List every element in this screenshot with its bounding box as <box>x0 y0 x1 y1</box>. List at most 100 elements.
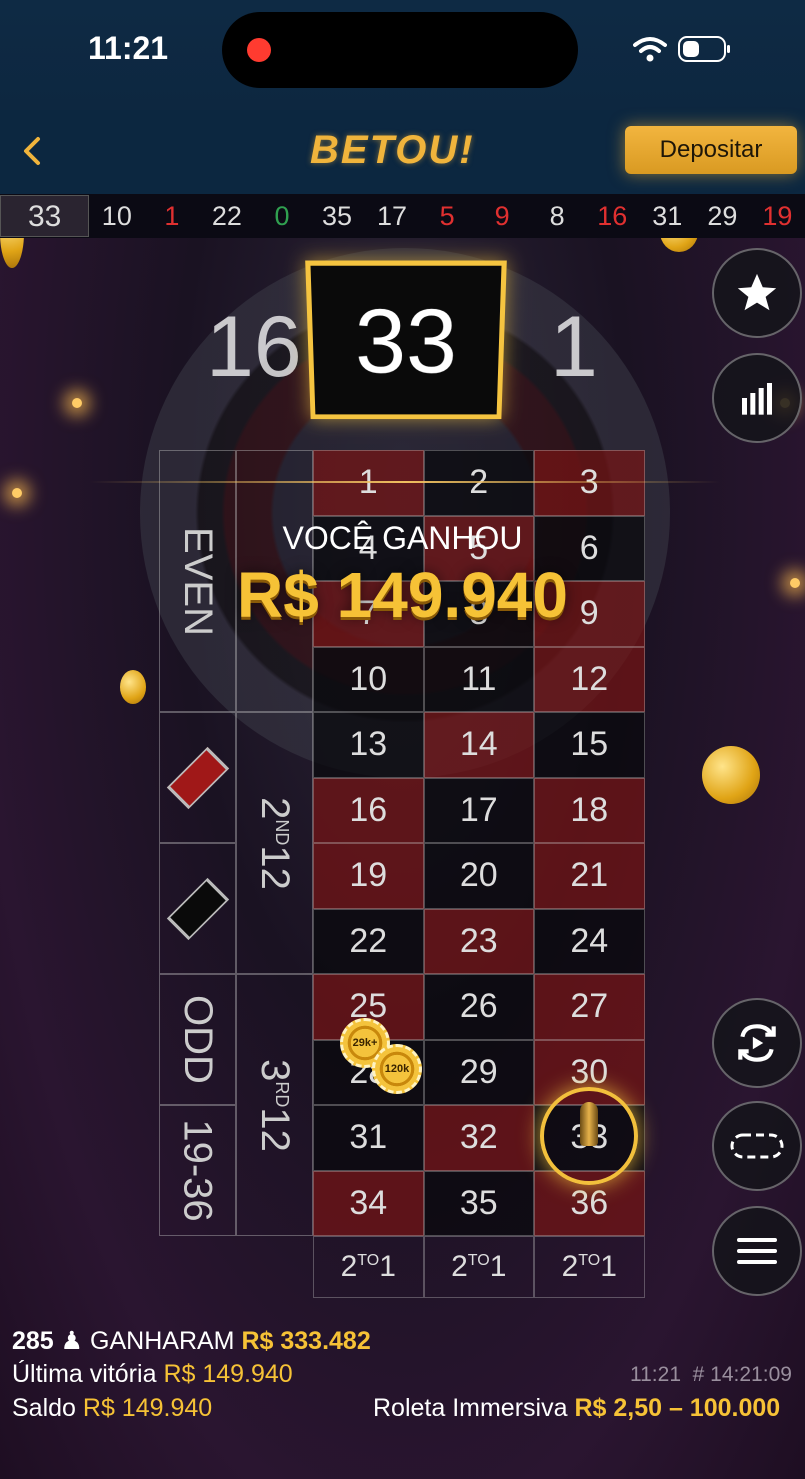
divider <box>90 481 720 483</box>
round-time-info: 11:21 # 14:21:09 <box>630 1363 792 1387</box>
number-cell[interactable]: 13 <box>313 712 424 778</box>
back-chevron-icon[interactable] <box>18 134 48 168</box>
history-result: 10 <box>89 201 144 232</box>
high-label: 19-36 <box>175 1119 220 1221</box>
history-result: 29 <box>695 201 750 232</box>
round-id: # 14:21:09 <box>693 1363 792 1386</box>
second-dozen-cell[interactable]: 2ND12 <box>236 712 313 974</box>
recording-indicator-icon <box>247 38 271 62</box>
black-bet-cell[interactable] <box>159 843 236 974</box>
gold-coin-decoration <box>0 238 24 268</box>
number-cell[interactable]: 10 <box>313 647 424 713</box>
history-result: 1 <box>144 201 199 232</box>
number-cell[interactable]: 34 <box>313 1171 424 1237</box>
number-cell[interactable]: 24 <box>534 909 645 975</box>
players-won-amount: R$ 333.482 <box>241 1327 370 1355</box>
next-pocket-number: 1 <box>550 298 598 397</box>
history-result: 0 <box>254 201 309 232</box>
win-amount: R$ 149.940 <box>0 558 805 632</box>
autoplay-button[interactable] <box>712 998 802 1088</box>
number-cell[interactable]: 19 <box>313 843 424 909</box>
second-dozen-label: 2ND12 <box>252 797 297 890</box>
number-cell[interactable]: 14 <box>424 712 535 778</box>
menu-button[interactable] <box>712 1206 802 1296</box>
racetrack-icon <box>729 1131 785 1161</box>
number-cell[interactable]: 32 <box>424 1105 535 1171</box>
winning-number: 33 <box>305 261 507 420</box>
column-bet-label: 2TO1 <box>341 1250 396 1284</box>
third-dozen-label: 3RD12 <box>252 1059 297 1152</box>
history-result: 16 <box>585 201 640 232</box>
gold-coin-decoration <box>702 746 760 804</box>
players-won-label: GANHARAM <box>90 1327 234 1355</box>
number-cell[interactable]: 12 <box>534 647 645 713</box>
red-diamond-icon <box>166 746 228 808</box>
statistics-bars-icon <box>737 378 777 418</box>
autoplay-icon <box>732 1018 782 1068</box>
red-bet-cell[interactable] <box>159 712 236 843</box>
history-result: 5 <box>420 201 475 232</box>
gold-coin-decoration <box>660 238 698 252</box>
status-bar: 11:21 <box>0 0 805 110</box>
column-bet-label: 2TO1 <box>562 1250 617 1284</box>
history-result: 8 <box>530 201 585 232</box>
history-result: 33 <box>0 195 89 237</box>
sparkle-decoration <box>12 488 22 498</box>
battery-icon <box>678 36 732 62</box>
history-result: 35 <box>309 201 364 232</box>
odd-label: ODD <box>175 995 220 1084</box>
user-icon: ♟ <box>61 1327 83 1355</box>
high-bet-cell[interactable]: 19-36 <box>159 1105 236 1236</box>
favorites-button[interactable] <box>712 248 802 338</box>
number-cell[interactable]: 21 <box>534 843 645 909</box>
brand-logo: BETOU! <box>310 128 475 173</box>
history-result: 19 <box>750 201 805 232</box>
number-cell[interactable]: 17 <box>424 778 535 844</box>
app-header: BETOU! Depositar <box>0 110 805 194</box>
results-history: 33 10 1 22 0 35 17 5 9 8 16 31 29 19 <box>0 194 805 238</box>
win-label: VOCÊ GANHOU <box>0 520 805 557</box>
number-cell[interactable]: 29 <box>424 1040 535 1106</box>
number-cell[interactable]: 23 <box>424 909 535 975</box>
round-time: 11:21 <box>630 1363 681 1386</box>
number-cell[interactable]: 27 <box>534 974 645 1040</box>
number-cell[interactable]: 26 <box>424 974 535 1040</box>
odd-bet-cell[interactable]: ODD <box>159 974 236 1105</box>
history-result: 17 <box>365 201 420 232</box>
balance-label: Saldo <box>12 1394 76 1422</box>
number-cell[interactable]: 11 <box>424 647 535 713</box>
deposit-button[interactable]: Depositar <box>625 126 797 174</box>
game-area: 1 2 3 4 5 6 7 8 9 10 11 12 13 14 15 16 17 18 19 20 21 22 23 24 2… <box>0 238 805 1479</box>
sparkle-decoration <box>72 398 82 408</box>
column-bet-cell[interactable]: 2TO1 <box>313 1236 424 1298</box>
gold-coin-decoration <box>120 670 146 704</box>
number-cell[interactable]: 15 <box>534 712 645 778</box>
hamburger-menu-icon <box>737 1235 777 1267</box>
dynamic-island <box>222 12 578 88</box>
column-bet-cell[interactable]: 2TO1 <box>424 1236 535 1298</box>
game-info-row: Roleta Immersiva R$ 2,50 – 100.000 <box>373 1394 780 1423</box>
players-won-row: 285 ♟ GANHARAM R$ 333.482 <box>12 1326 371 1356</box>
statistics-button[interactable] <box>712 353 802 443</box>
bet-limits: R$ 2,50 – 100.000 <box>574 1394 780 1422</box>
last-win-amount: R$ 149.940 <box>163 1360 292 1388</box>
balance-amount: R$ 149.940 <box>83 1394 212 1422</box>
star-icon <box>734 270 780 316</box>
history-result: 9 <box>475 201 530 232</box>
third-dozen-cell[interactable]: 3RD12 <box>236 974 313 1236</box>
placed-chip[interactable]: 120k <box>372 1044 422 1094</box>
column-bet-cell[interactable]: 2TO1 <box>534 1236 645 1298</box>
number-cell[interactable]: 22 <box>313 909 424 975</box>
black-diamond-icon <box>166 877 228 939</box>
number-cell[interactable]: 31 <box>313 1105 424 1171</box>
number-cell[interactable]: 18 <box>534 778 645 844</box>
number-cell[interactable]: 20 <box>424 843 535 909</box>
number-cell[interactable]: 35 <box>424 1171 535 1237</box>
previous-pocket-number: 16 <box>206 298 302 397</box>
last-win-label: Última vitória <box>12 1360 156 1388</box>
bet-view-toggle-button[interactable] <box>712 1101 802 1191</box>
history-result: 31 <box>640 201 695 232</box>
win-marker-pin-icon <box>580 1102 598 1146</box>
number-cell[interactable]: 16 <box>313 778 424 844</box>
players-count: 285 <box>12 1327 54 1355</box>
